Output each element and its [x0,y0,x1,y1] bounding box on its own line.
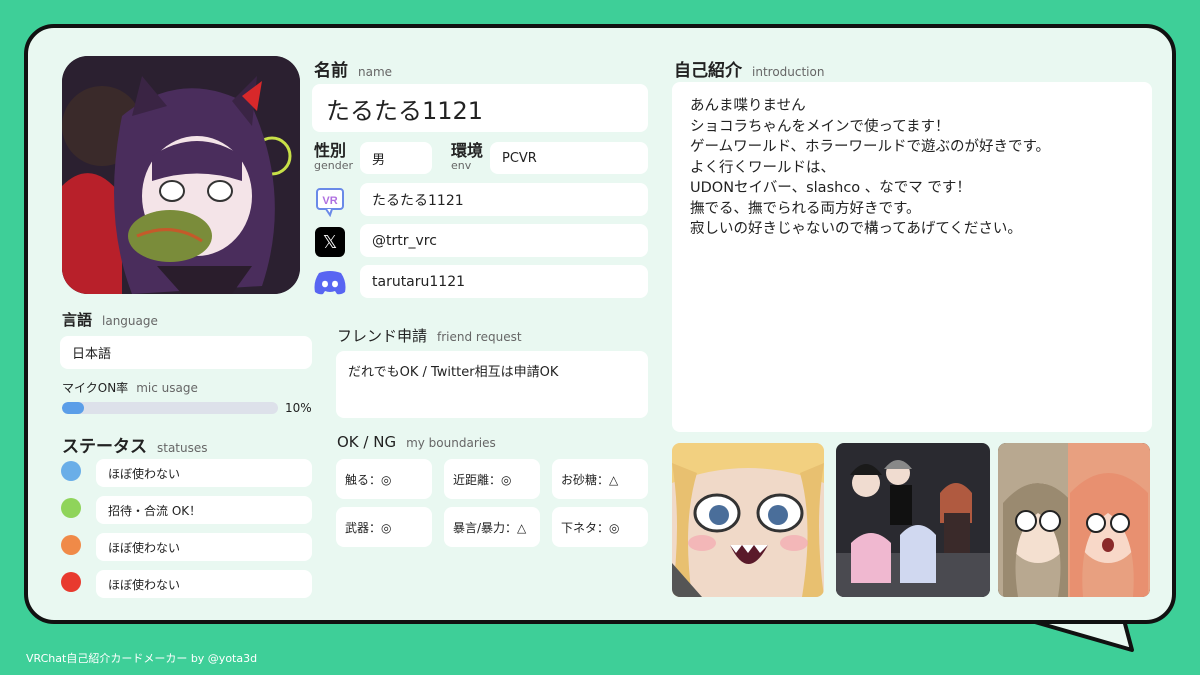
status-item: 招待・合流 OK！ [96,496,312,524]
gender-label-en: gender [314,159,353,172]
boundary-item: 触る：◎ [336,459,432,499]
avatar-photo [62,56,300,294]
gender-field: 男 [360,142,432,174]
status-item: ほぼ使わない [96,533,312,561]
name-label-en: name [358,65,393,79]
env-label-en: env [451,159,472,172]
boundaries-label: OK / NG [337,433,397,451]
language-label-en: language [102,314,158,328]
env-label: 環境 [451,141,484,160]
intro-header: 自己紹介 introduction [674,56,824,81]
name-header: 名前 name [314,56,392,81]
intro-line: ショコラちゃんをメインで使ってます！ [690,118,950,135]
mic-progress-track [62,402,278,414]
friend-request-field: だれでもOK / Twitter相互は申請OK [336,351,648,418]
x-field: @trtr_vrc [360,224,648,257]
env-field: PCVR [490,142,648,174]
friend-request-label-en: friend request [437,330,522,344]
mic-value: 10% [285,401,312,415]
status-dot [61,498,81,518]
intro-line: よく行くワールドは、 [690,159,835,176]
mic-header: マイクON率 mic usage [62,379,198,396]
photo-2 [836,443,990,597]
intro-line: あんま喋りません [690,98,806,114]
name-label: 名前 [314,61,348,81]
status-dot [61,535,81,555]
footer-credit: VRChat自己紹介カードメーカー by @yota3d [26,652,258,665]
boundary-item: 下ネタ：◎ [552,507,648,547]
name-field: たるたる1121 [312,84,648,132]
status-dot [61,572,81,592]
intro-line: UDONセイバー、slashco 、なでマ です！ [690,180,971,196]
friend-request-label: フレンド申請 [337,327,428,345]
mic-label-en: mic usage [136,381,198,395]
status-item: ほぼ使わない [96,570,312,598]
x-icon: 𝕏 [312,224,348,260]
boundaries-header: OK / NG my boundaries [337,433,496,451]
statuses-label: ステータス [62,437,147,457]
status-dot [61,461,81,481]
language-label: 言語 [62,311,93,329]
boundary-item: お砂糖：△ [552,459,648,499]
intro-line: 寂しいの好きじゃないので構ってあげてください。 [690,221,1022,237]
language-header: 言語 language [62,309,158,330]
gender-header: 性別 gender [314,142,353,172]
intro-label-en: introduction [752,65,825,79]
vrchat-icon: VR [312,183,348,219]
mic-progress-fill [62,402,84,414]
mic-label: マイクON率 [62,381,129,395]
intro-field: あんま喋りませんショコラちゃんをメインで使ってます！ ゲームワールド、ホラーワール… [672,82,1152,432]
statuses-header: ステータス statuses [62,432,208,457]
statuses-label-en: statuses [157,441,208,455]
intro-line: ゲームワールド、ホラーワールドで遊ぶのが好きです。 [690,139,1051,155]
photo-1 [672,443,824,597]
photo-3 [998,443,1150,597]
language-field: 日本語 [60,336,312,369]
discord-field: tarutaru1121 [360,265,648,298]
friend-request-header: フレンド申請 friend request [337,325,522,346]
vrchat-field: たるたる1121 [360,183,648,216]
intro-line: 撫でる、撫でられる両方好きです。 [690,200,921,217]
svg-text:VR: VR [322,195,337,207]
status-item: ほぼ使わない [96,459,312,487]
boundary-item: 暴言/暴力：△ [444,507,540,547]
discord-icon [312,265,348,301]
gender-label: 性別 [314,141,347,160]
intro-label: 自己紹介 [674,61,742,81]
env-header: 環境 env [451,142,483,172]
boundary-item: 武器：◎ [336,507,432,547]
intro-text: あんま喋りませんショコラちゃんをメインで使ってます！ ゲームワールド、ホラーワール… [690,96,1134,240]
boundary-item: 近距離：◎ [444,459,540,499]
boundaries-label-en: my boundaries [406,436,496,450]
